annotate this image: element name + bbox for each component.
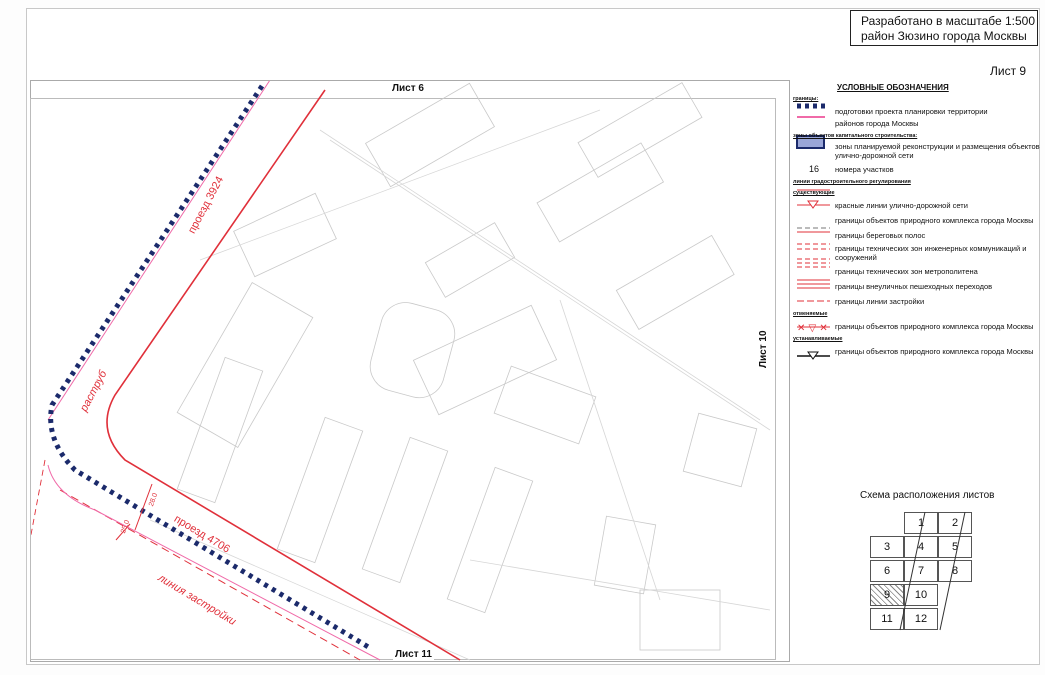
legend-heading: УСЛОВНЫЕ ОБОЗНАЧЕНИЯ (837, 83, 949, 92)
legend-group-title: границы: (793, 96, 819, 102)
edge-label-bottom: Лист 11 (393, 649, 434, 660)
legend-item: 16 номера участков (793, 163, 1043, 175)
edge-label-top: Лист 6 (390, 83, 426, 94)
legend-item: границы объектов природного комплекса го… (835, 321, 1034, 331)
legend-group-title: зоны объектов капитального строительства… (793, 133, 918, 139)
legend-group-title: линии градостроительного регулирования (793, 179, 911, 185)
legend-group-title: отменяемые (793, 311, 828, 317)
legend-item: районов города Москвы (835, 118, 919, 128)
map-background (31, 81, 771, 661)
schema-title: Схема расположения листов (860, 490, 995, 501)
legend-number-sample: 16 (808, 164, 819, 174)
legend-item: подготовки проекта планировки территории (835, 106, 988, 116)
legend-group-title: существующие (793, 190, 835, 196)
legend-item: границы береговых полос (835, 230, 926, 240)
legend-item: границы внеуличных пешеходных переходов (835, 281, 993, 291)
legend-item: границы линии застройки (835, 296, 925, 306)
edge-label-right: Лист 10 (758, 328, 769, 370)
legend: УСЛОВНЫЕ ОБОЗНАЧЕНИЯ границы: подготовки… (793, 83, 1043, 360)
legend-item: красные линии улично-дорожной сети (835, 200, 968, 210)
planning-boundary (48, 84, 372, 651)
legend-item: границы объектов природного комплекса го… (835, 346, 1034, 356)
legend-item: границы объектов природного комплекса го… (835, 215, 1034, 225)
schema-diagonals (899, 512, 966, 631)
legend-group-title: устанавливаемые (793, 336, 843, 342)
legend-item: зоны планируемой реконструкции и размеще… (835, 142, 1040, 160)
legend-item: границы технических зон инженерных комму… (835, 244, 1027, 262)
legend-item: границы технических зон метрополитена (835, 266, 978, 276)
